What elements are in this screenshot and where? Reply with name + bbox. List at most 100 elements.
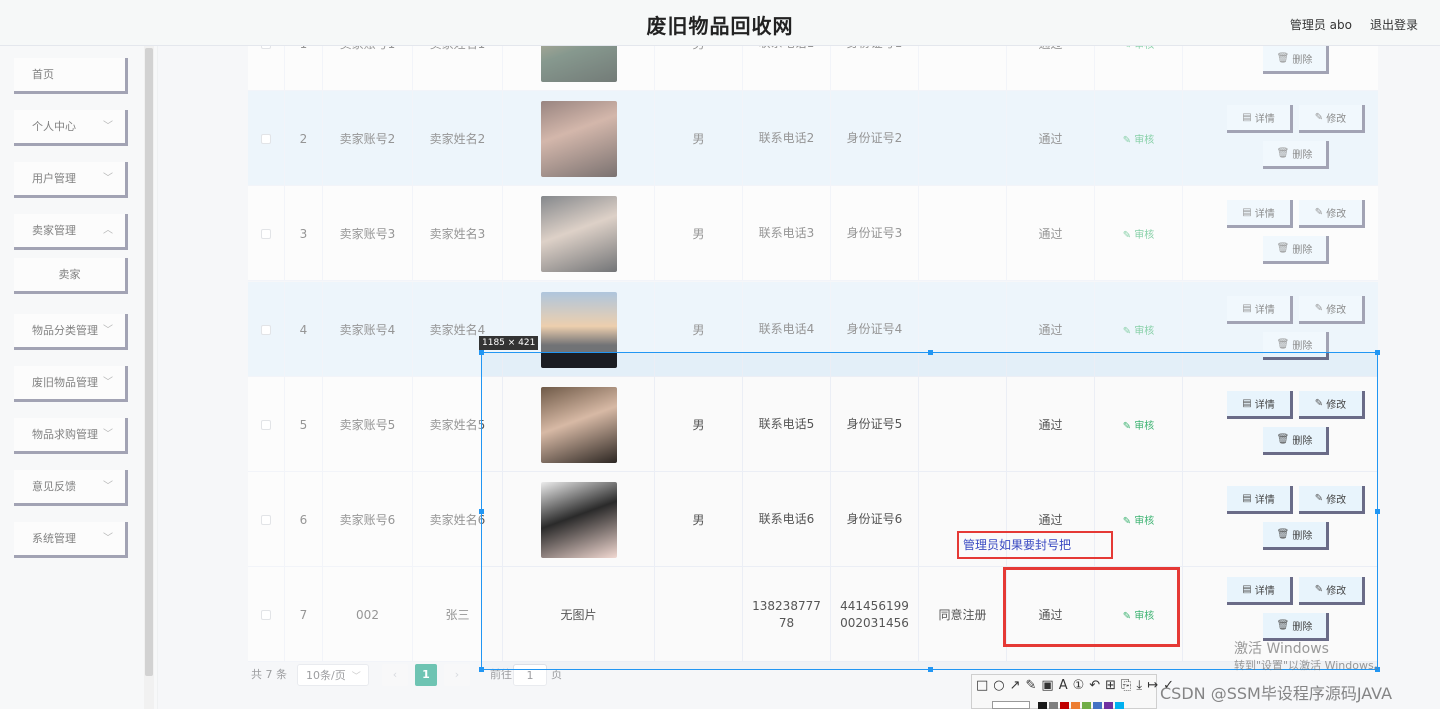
edit-button[interactable]: ✎修改 [1299,577,1365,605]
edit-pen-icon: ✎ [1314,493,1324,504]
sidebar-subitem-seller[interactable]: 卖家 [14,258,128,294]
row-checkbox[interactable] [261,228,271,239]
sidebar-item-category-management[interactable]: 物品分类管理 ﹀ [14,314,128,350]
sidebar-item-home[interactable]: 首页 [14,58,128,94]
toolbar-size-field[interactable] [992,701,1030,709]
delete-button[interactable]: 🗑 删除 [1263,613,1329,641]
row-select-cell [248,377,285,472]
color-swatch[interactable] [1071,702,1080,709]
annotation-textbox[interactable]: 管理员如果要封号把 [957,531,1113,559]
no-cell: 7 [285,567,323,662]
audit-cell: ✎ 审核 [1095,377,1183,472]
account-text: 卖家账号3 [339,227,396,241]
delete-button[interactable]: 🗑 删除 [1263,427,1329,455]
account-text: 卖家账号2 [339,132,396,146]
audit-link[interactable]: ✎ 审核 [1123,607,1155,622]
color-swatch[interactable] [1093,702,1102,709]
seller-photo [540,386,617,463]
sidebar-item-purchase-request-management[interactable]: 物品求购管理 ﹀ [14,418,128,454]
color-swatch[interactable] [1060,702,1069,709]
sidebar-item-waste-goods-management[interactable]: 废旧物品管理 ﹀ [14,366,128,402]
audit-link[interactable]: ✎ 审核 [1123,322,1155,337]
idcard-cell: 身份证号5 [831,377,919,472]
delete-button[interactable]: 🗑 删除 [1263,46,1329,74]
edit-button[interactable]: ✎修改 [1299,200,1365,228]
delete-button[interactable]: 🗑 删除 [1263,236,1329,264]
detail-button[interactable]: ▤详情 [1227,105,1293,133]
phone-cell: 13823877778 [743,567,831,662]
top-header: 废旧物品回收网 管理员 abo 退出登录 [0,0,1440,46]
sidebar-item-seller-management[interactable]: 卖家管理 ︿ [14,214,128,250]
page-size-select[interactable]: 10条/页 ﹀ [297,664,369,686]
prev-page-button[interactable]: ‹ [382,664,408,686]
status-cell: 通过 [1007,186,1095,281]
screenshot-toolbar: □○↗✎▣A①↶⊞⎘⤓↦✓ [971,674,1174,709]
no-cell: 4 [285,282,323,377]
document-icon: ▤ [1242,207,1252,218]
audit-link[interactable]: ✎ 审核 [1123,417,1155,432]
phone-cell: 联系电话5 [743,377,831,472]
sidebar-item-personal-center[interactable]: 个人中心 ﹀ [14,110,128,146]
status-text: 通过 [1038,608,1063,622]
color-swatch[interactable] [1038,702,1047,709]
delete-button[interactable]: 🗑 删除 [1263,332,1329,360]
row-actions: ▤详情✎修改 🗑删除 [1227,282,1377,377]
trash-icon: 🗑 [1276,620,1290,631]
detail-button[interactable]: ▤详情 [1227,486,1293,514]
edit-button[interactable]: ✎修改 [1299,296,1365,324]
sidebar-item-user-management[interactable]: 用户管理 ﹀ [14,162,128,198]
chevron-down-icon: ﹀ [103,533,113,544]
resize-handle[interactable] [928,667,933,672]
edit-button[interactable]: ✎修改 [1299,105,1365,133]
row-checkbox[interactable] [261,324,271,335]
audit-link[interactable]: ✎ 审核 [1123,131,1155,146]
edit-pen-icon: ✎ [1122,516,1135,527]
remark-cell: 同意注册 [919,567,1007,662]
detail-button[interactable]: ▤详情 [1227,577,1293,605]
status-text: 通过 [1038,418,1063,432]
color-swatch[interactable] [1115,702,1124,709]
edit-pen-icon: ✎ [1122,611,1135,622]
sidebar-item-system-management[interactable]: 系统管理 ﹀ [14,522,128,558]
page-number-current[interactable]: 1 [415,664,437,686]
delete-button[interactable]: 🗑 删除 [1263,522,1329,550]
detail-button[interactable]: ▤详情 [1227,391,1293,419]
table-row: 7 002 张三 无图片 13823877778 441456199002031456 同意… [248,567,1378,662]
sidebar-scrollbar-thumb[interactable] [145,48,153,676]
row-checkbox[interactable] [261,514,271,525]
audit-link[interactable]: ✎ 审核 [1123,512,1155,527]
chevron-down-icon: ﹀ [103,481,113,492]
detail-button[interactable]: ▤详情 [1227,296,1293,324]
row-checkbox[interactable] [261,609,271,620]
sidebar-item-feedback[interactable]: 意见反馈 ﹀ [14,470,128,506]
goto-page-input[interactable]: 1 [513,664,547,686]
color-swatch[interactable] [1082,702,1091,709]
photo-cell: 无图片 [503,567,655,662]
goto-prefix: 前往 [490,668,512,681]
idcard-cell: 身份证号4 [831,282,919,377]
idcard-text: 身份证号5 [846,417,903,431]
idcard-cell: 身份证号3 [831,186,919,281]
edit-button[interactable]: ✎修改 [1299,486,1365,514]
toolbar-tool-icons[interactable]: □○↗✎▣A①↶⊞⎘⤓↦✓ [976,678,1179,693]
row-checkbox[interactable] [261,133,271,144]
color-swatch[interactable] [1104,702,1113,709]
phone-cell: 联系电话4 [743,282,831,377]
audit-link[interactable]: ✎ 审核 [1123,226,1155,241]
idcard-text: 身份证号6 [846,512,903,526]
account-cell: 卖家账号6 [323,472,413,567]
delete-button[interactable]: 🗑 删除 [1263,141,1329,169]
resize-handle[interactable] [479,667,484,672]
edit-pen-icon: ✎ [1314,303,1324,314]
no-text: 3 [299,226,308,241]
logout-link[interactable]: 退出登录 [1370,16,1418,33]
photo-cell [503,282,655,377]
gender-text: 男 [692,513,705,527]
edit-button[interactable]: ✎修改 [1299,391,1365,419]
next-page-button[interactable]: › [444,664,470,686]
color-swatch[interactable] [1049,702,1058,709]
no-cell: 5 [285,377,323,472]
row-checkbox[interactable] [261,419,271,430]
detail-button[interactable]: ▤详情 [1227,200,1293,228]
document-icon: ▤ [1242,303,1252,314]
